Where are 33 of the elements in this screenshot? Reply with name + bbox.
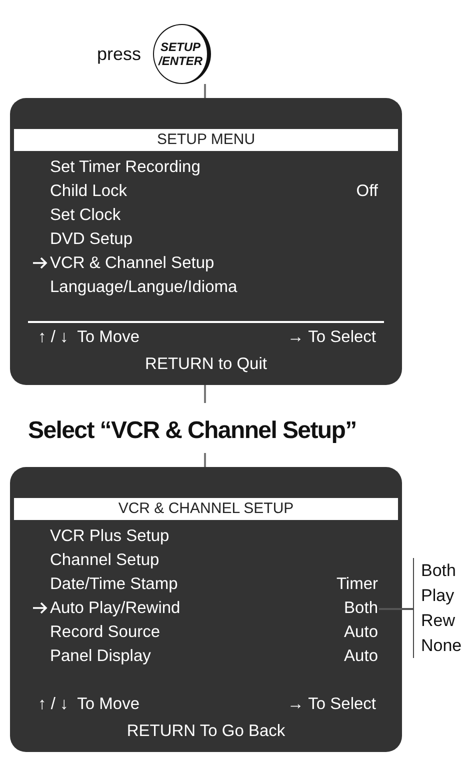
- menu-title: SETUP MENU: [14, 129, 398, 151]
- menu-item-value: Off: [356, 182, 378, 200]
- menu-title: VCR & CHANNEL SETUP: [14, 498, 398, 520]
- option-label: Rew: [421, 610, 456, 632]
- step-caption: Select “VCR & Channel Setup”: [28, 417, 358, 446]
- option-label: None: [421, 635, 462, 657]
- option-label: Both: [421, 560, 457, 582]
- menu-item-value: Auto: [344, 646, 378, 666]
- menu-item[interactable]: VCR Plus Setup: [50, 526, 384, 546]
- return-hint: RETURN To Go Back: [126, 721, 286, 742]
- menu-item[interactable]: Auto Play/Rewind: [50, 598, 344, 618]
- return-hint: RETURN to Quit: [144, 354, 268, 375]
- menu-item-value: Both: [344, 598, 378, 618]
- select-hint: → To Select: [287, 328, 376, 346]
- menu-item[interactable]: Child Lock: [50, 182, 356, 200]
- instruction-text: press: [97, 44, 142, 64]
- option-label: Play: [421, 585, 456, 607]
- menu-item[interactable]: DVD Setup: [50, 230, 384, 248]
- menu-item[interactable]: VCR & Channel Setup: [50, 254, 384, 272]
- menu-item-value: Auto: [344, 622, 378, 642]
- menu-item[interactable]: Language/Langue/Idioma: [50, 278, 384, 296]
- select-hint: → To Select: [287, 694, 376, 714]
- leader-line: [379, 608, 413, 610]
- setup-enter-button[interactable]: SETUP /ENTER: [153, 24, 212, 84]
- menu-item[interactable]: Date/Time Stamp: [50, 574, 336, 594]
- menu-item-value: Timer: [336, 574, 378, 594]
- menu-item[interactable]: Set Clock: [50, 206, 384, 224]
- menu-item[interactable]: Channel Setup: [50, 550, 384, 570]
- menu-item[interactable]: Set Timer Recording: [50, 158, 384, 176]
- move-hint: ↑ / ↓ To Move: [38, 328, 140, 346]
- move-hint: ↑ / ↓ To Move: [38, 694, 140, 714]
- menu-item[interactable]: Record Source: [50, 622, 344, 642]
- menu-item[interactable]: Panel Display: [50, 646, 344, 666]
